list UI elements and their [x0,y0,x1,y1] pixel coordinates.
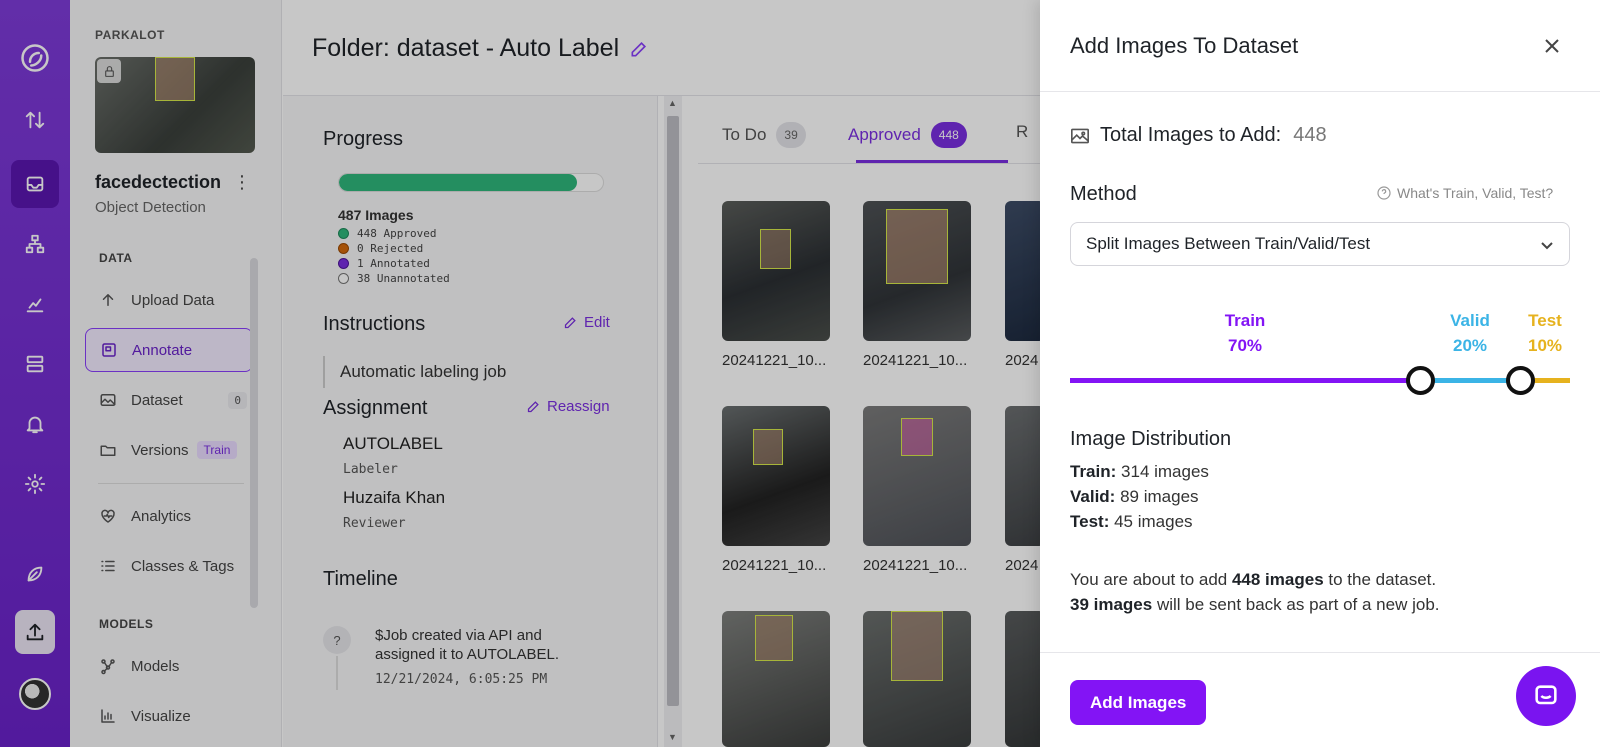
close-icon[interactable] [1540,34,1564,58]
help-circle-icon [1377,186,1391,200]
summary-text: You are about to add 448 images to the d… [1070,570,1440,614]
valid-test-handle[interactable] [1506,366,1535,395]
distribution-title: Image Distribution [1070,428,1232,450]
chat-icon[interactable] [1516,666,1576,726]
chevron-down-icon [1541,242,1553,250]
split-slider[interactable] [1070,366,1570,395]
dist-train: Train: 314 images [1070,462,1209,481]
train-valid-handle[interactable] [1406,366,1435,395]
dist-test: Test: 45 images [1070,512,1193,531]
drawer-title: Add Images To Dataset [1070,33,1299,58]
valid-segment [1420,378,1520,383]
add-images-button[interactable]: Add Images [1070,680,1207,725]
method-select[interactable]: Split Images Between Train/Valid/Test [1070,222,1570,266]
drawer-footer: Add Images [1040,652,1600,747]
total-images-value: 448 [1293,124,1327,146]
add-images-drawer: Add Images To Dataset Total Images to Ad… [1040,0,1600,747]
valid-split-label: Valid 20% [1450,311,1490,355]
train-split-label: Train 70% [1224,311,1266,355]
modal-backdrop[interactable] [0,0,1040,747]
train-valid-test-help-link[interactable]: What's Train, Valid, Test? [1376,185,1553,201]
test-split-label: Test 10% [1527,311,1563,355]
method-label: Method [1070,183,1137,205]
total-images: Total Images to Add: 448 [1070,124,1327,147]
train-segment [1070,378,1420,383]
total-images-label: Total Images to Add: [1100,124,1282,146]
image-icon [1071,128,1089,143]
method-select-value: Split Images Between Train/Valid/Test [1086,234,1371,253]
drawer-header: Add Images To Dataset [1040,0,1600,92]
dist-valid: Valid: 89 images [1070,487,1199,506]
